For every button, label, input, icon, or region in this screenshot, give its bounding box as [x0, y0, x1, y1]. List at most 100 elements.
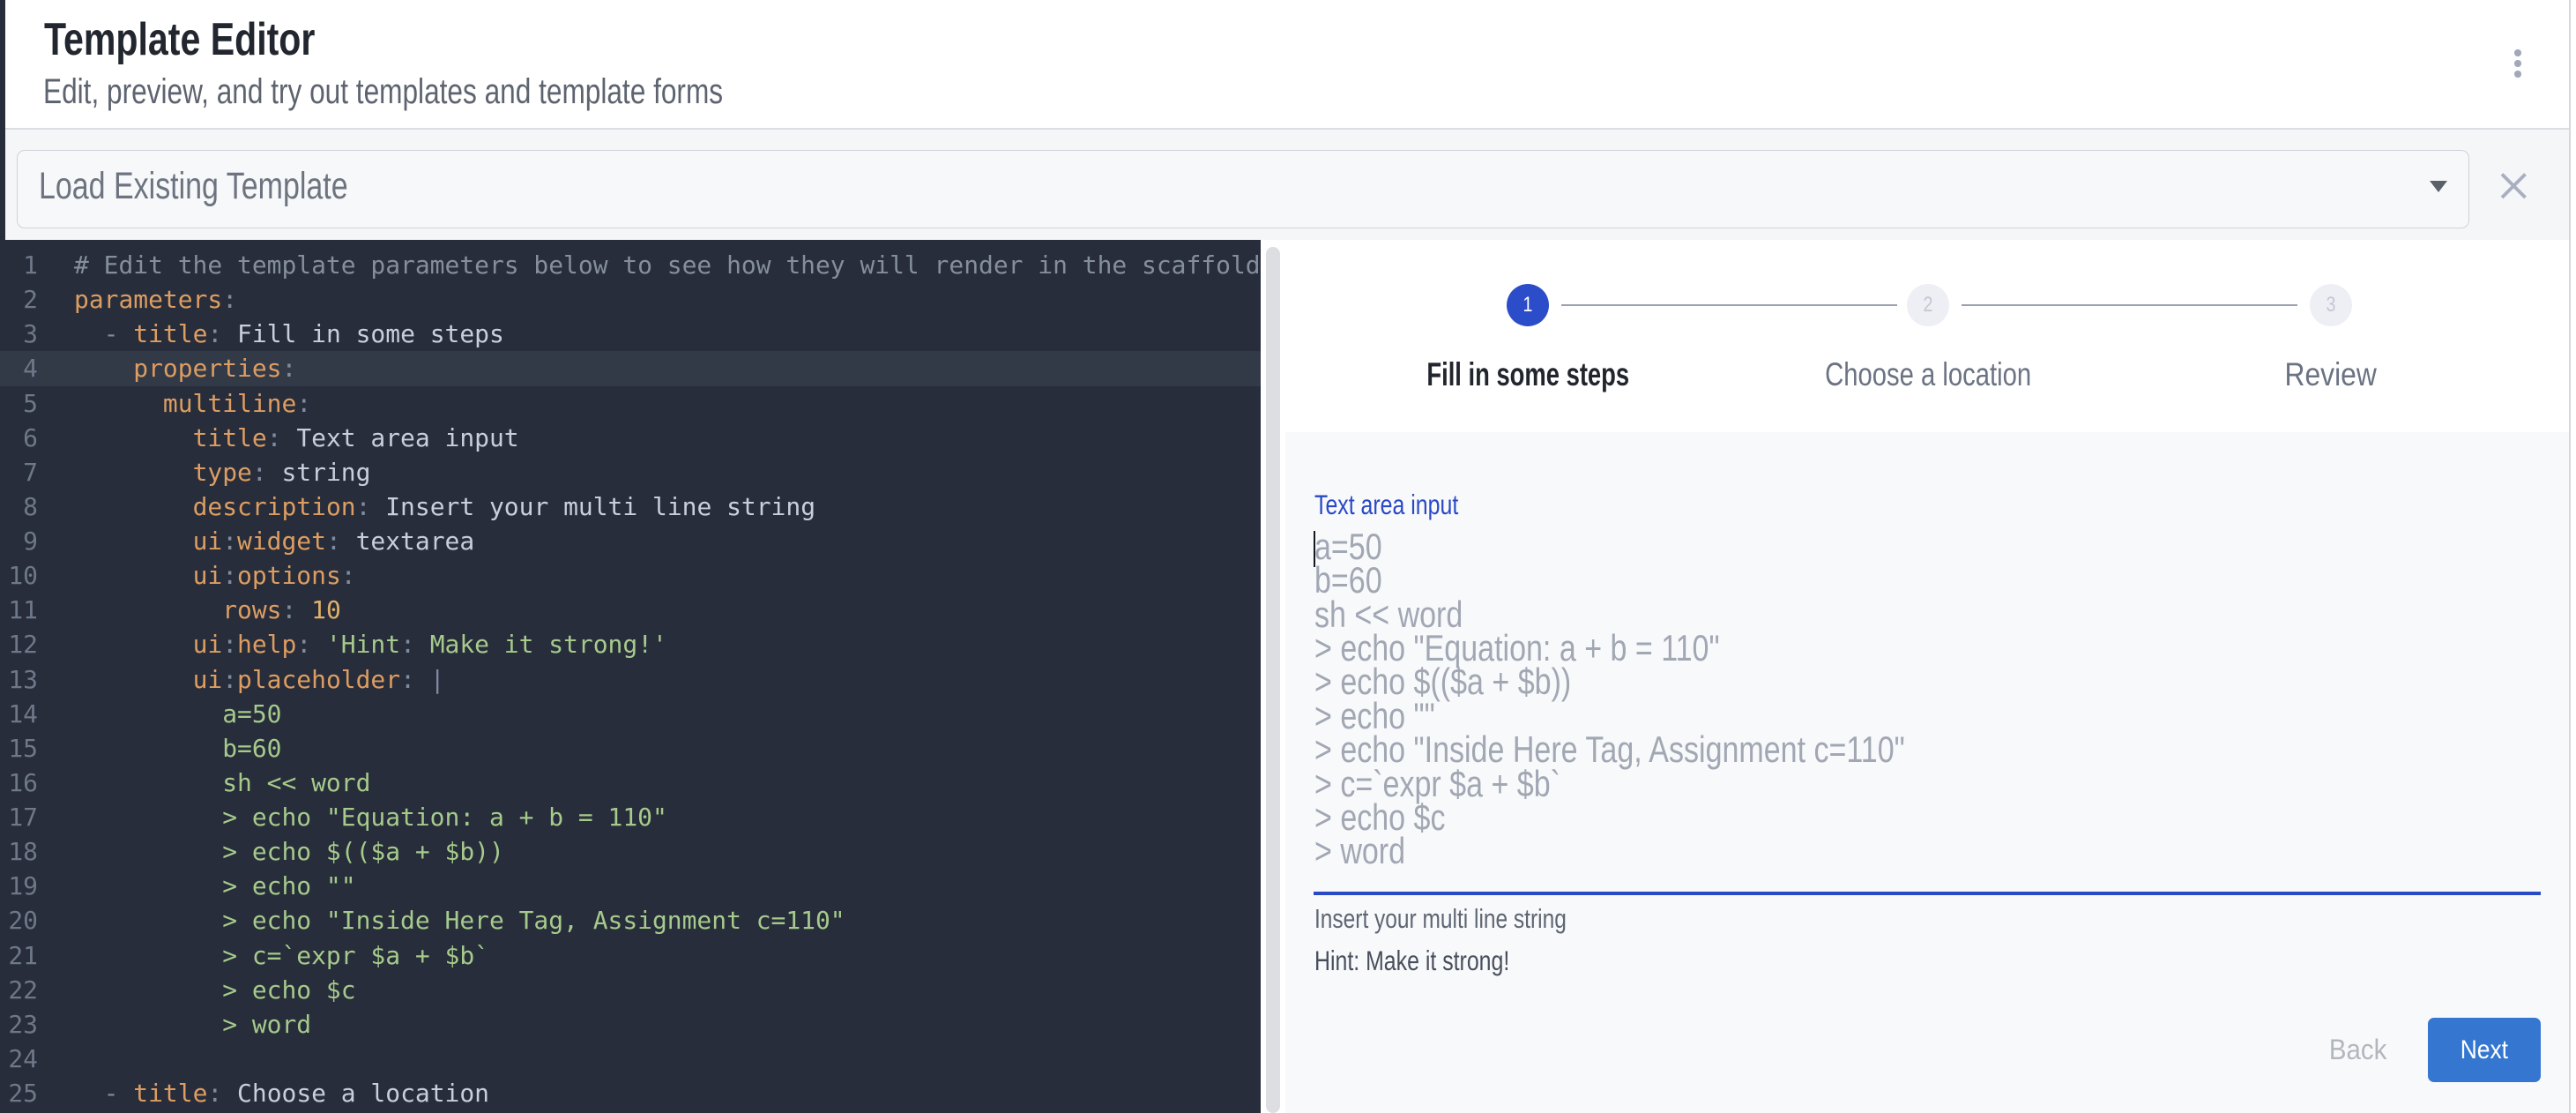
code-token: :	[207, 1079, 222, 1108]
code-text: ui:options:	[74, 558, 356, 593]
editor-line[interactable]: 16 sh << word	[0, 766, 1261, 800]
code-token	[74, 527, 193, 556]
code-token: type	[193, 458, 252, 487]
line-number: 16	[0, 766, 38, 800]
editor-line[interactable]: 11 rows: 10	[0, 593, 1261, 627]
next-button[interactable]: Next	[2428, 1018, 2541, 1082]
code-text: > echo "Inside Here Tag, Assignment c=11…	[74, 903, 845, 937]
code-text: > echo $(($a + $b))	[74, 834, 504, 869]
step-2-circle[interactable]: 2	[1907, 284, 1949, 326]
code-token: :	[281, 354, 296, 383]
code-token: title	[193, 423, 267, 452]
editor-line[interactable]: 2parameters:	[0, 282, 1261, 317]
textarea-input[interactable]: a=50b=60sh << word> echo "Equation: a + …	[1314, 530, 2044, 869]
line-number: 24	[0, 1042, 38, 1076]
line-number: 2	[0, 282, 38, 317]
editor-line[interactable]: 6 title: Text area input	[0, 421, 1261, 455]
code-token: string	[267, 458, 371, 487]
code-text: - title: Fill in some steps	[74, 317, 504, 351]
code-token: description	[193, 492, 356, 521]
code-token: ui	[193, 665, 223, 694]
code-token: > echo $(($a + $b))	[74, 837, 504, 866]
placeholder-line: > echo $c	[1314, 801, 1905, 834]
line-number: 20	[0, 903, 38, 937]
editor-line[interactable]: 9 ui:widget: textarea	[0, 524, 1261, 558]
editor-line[interactable]: 21 > c=`expr $a + $b`	[0, 938, 1261, 973]
editor-line[interactable]: 14 a=50	[0, 697, 1261, 731]
code-text: b=60	[74, 731, 281, 766]
line-number: 10	[0, 558, 38, 593]
code-token: :	[296, 630, 311, 659]
code-token	[74, 561, 193, 590]
placeholder-line: > echo "Equation: a + b = 110"	[1314, 631, 1905, 665]
editor-line[interactable]: 18 > echo $(($a + $b))	[0, 834, 1261, 869]
code-token: :	[341, 561, 356, 590]
page-subtitle: Edit, preview, and try out templates and…	[43, 71, 904, 113]
code-token: sh << word	[74, 768, 370, 797]
code-text: ui:placeholder: |	[74, 662, 445, 697]
step-number: 2	[1910, 284, 1945, 326]
code-text: > c=`expr $a + $b`	[74, 938, 489, 973]
editor-line[interactable]: 5 multiline:	[0, 386, 1261, 421]
editor-line[interactable]: 12 ui:help: 'Hint: Make it strong!'	[0, 627, 1261, 661]
step-number: 3	[2313, 284, 2348, 326]
line-number: 9	[0, 524, 38, 558]
code-text: a=50	[74, 697, 281, 731]
editor-line[interactable]: 17 > echo "Equation: a + b = 110"	[0, 800, 1261, 834]
code-token: |	[415, 665, 445, 694]
code-token	[74, 630, 193, 659]
line-number: 23	[0, 1007, 38, 1042]
close-button[interactable]	[2492, 165, 2535, 207]
code-token: ui	[193, 527, 223, 556]
code-token: :	[267, 423, 282, 452]
back-button[interactable]: Back	[2301, 1018, 2416, 1082]
code-token: > word	[74, 1010, 311, 1039]
editor-line[interactable]: 23 > word	[0, 1007, 1261, 1042]
arrow-drop-down-icon[interactable]	[2430, 181, 2447, 192]
editor-line[interactable]: 8 description: Insert your multi line st…	[0, 489, 1261, 524]
field-description: Insert your multi line string	[1314, 902, 1634, 936]
line-number: 12	[0, 627, 38, 661]
editor-lines: 1# Edit the template parameters below to…	[0, 248, 1261, 1110]
editor-line[interactable]: 20 > echo "Inside Here Tag, Assignment c…	[0, 903, 1261, 937]
code-text: description: Insert your multi line stri…	[74, 489, 815, 524]
code-token: b=60	[74, 734, 281, 763]
step-number: 1	[1510, 284, 1545, 326]
editor-line[interactable]: 10 ui:options:	[0, 558, 1261, 593]
code-token	[74, 354, 133, 383]
code-token	[74, 423, 193, 452]
editor-line[interactable]: 3 - title: Fill in some steps	[0, 317, 1261, 351]
line-number: 11	[0, 593, 38, 627]
more-options-button[interactable]	[2497, 43, 2539, 86]
code-editor[interactable]: 1# Edit the template parameters below to…	[0, 240, 1261, 1113]
code-token: -	[104, 1079, 119, 1108]
code-text: title: Text area input	[74, 421, 519, 455]
editor-line[interactable]: 4 properties:	[0, 351, 1261, 385]
code-token: # Edit the template parameters below to …	[74, 250, 1261, 280]
code-token: title	[133, 1079, 207, 1108]
editor-line[interactable]: 7 type: string	[0, 455, 1261, 489]
line-number: 25	[0, 1076, 38, 1110]
editor-line[interactable]: 24	[0, 1042, 1261, 1076]
code-token: -	[104, 319, 119, 348]
code-token: rows	[222, 595, 281, 624]
code-token: ui	[193, 630, 223, 659]
editor-line[interactable]: 1# Edit the template parameters below to…	[0, 248, 1261, 282]
editor-line[interactable]: 13 ui:placeholder: |	[0, 662, 1261, 697]
code-token: > c=`expr $a + $b`	[74, 941, 489, 970]
editor-line[interactable]: 19 > echo ""	[0, 869, 1261, 903]
code-token: :	[222, 527, 237, 556]
page-title: Template Editor	[44, 13, 387, 66]
step-3-circle[interactable]: 3	[2310, 284, 2352, 326]
editor-line[interactable]: 22 > echo $c	[0, 973, 1261, 1007]
code-token: :	[222, 665, 237, 694]
code-token: widget	[237, 527, 326, 556]
line-number: 6	[0, 421, 38, 455]
code-token	[118, 1079, 133, 1108]
code-text: multiline:	[74, 386, 311, 421]
step-1-circle[interactable]: 1	[1507, 284, 1549, 326]
editor-line[interactable]: 25 - title: Choose a location	[0, 1076, 1261, 1110]
code-token: > echo "Equation: a + b = 110"	[74, 803, 667, 832]
editor-line[interactable]: 15 b=60	[0, 731, 1261, 766]
code-token: ui	[193, 561, 223, 590]
